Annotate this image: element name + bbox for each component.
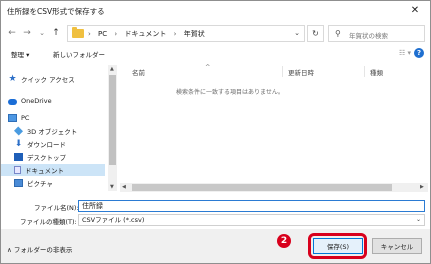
nav-item-quick-access[interactable]: ★ クイック アクセス bbox=[8, 73, 75, 85]
cancel-button[interactable]: キャンセル bbox=[372, 238, 422, 254]
navigation-pane: ★ クイック アクセス OneDrive PC 3D オブジェクト ⬇ ダウンロ… bbox=[1, 65, 118, 192]
column-type[interactable]: 種類 bbox=[370, 67, 383, 77]
filetype-label: ファイルの種類(T): bbox=[20, 218, 77, 226]
nav-item-onedrive[interactable]: OneDrive bbox=[8, 95, 52, 107]
pc-icon bbox=[8, 114, 17, 122]
forward-arrow-icon[interactable]: → bbox=[21, 26, 33, 40]
address-dropdown-icon[interactable]: ⌄ bbox=[294, 29, 300, 37]
nav-item-label: ダウンロード bbox=[27, 141, 66, 149]
nav-item-label: クイック アクセス bbox=[21, 76, 75, 84]
nav-item-label: ドキュメント bbox=[25, 167, 64, 175]
view-options-icon[interactable]: ☷ ▾ bbox=[399, 49, 411, 57]
file-list[interactable]: 名前 ^ 更新日時 種類 検索条件に一致する項目はありません。 bbox=[120, 63, 428, 183]
download-icon: ⬇ bbox=[14, 139, 23, 149]
nav-item-label: 3D オブジェクト bbox=[27, 128, 78, 136]
column-divider[interactable] bbox=[282, 66, 283, 77]
cloud-icon bbox=[8, 98, 17, 105]
nav-item-label: デスクトップ bbox=[27, 154, 66, 162]
cube-icon bbox=[13, 126, 24, 136]
hide-folders-button[interactable]: ∧ フォルダーの非表示 bbox=[7, 244, 72, 254]
back-arrow-icon[interactable]: ← bbox=[6, 26, 18, 40]
nav-item-pc[interactable]: PC bbox=[8, 112, 29, 124]
breadcrumb-documents[interactable]: ドキュメント bbox=[124, 30, 166, 38]
column-divider[interactable] bbox=[364, 66, 365, 77]
nav-item-label: PC bbox=[21, 114, 30, 122]
window-title: 住所録をCSV形式で保存する bbox=[7, 7, 105, 16]
nav-item-desktop[interactable]: デスクトップ bbox=[14, 151, 66, 163]
horizontal-scrollbar-thumb[interactable] bbox=[132, 184, 392, 191]
desktop-icon bbox=[14, 153, 23, 161]
scroll-down-icon[interactable]: ▼ bbox=[110, 184, 114, 190]
nav-item-label: OneDrive bbox=[21, 97, 52, 105]
toolbar: 整理 ▾ 新しいフォルダー ☷ ▾ ? bbox=[1, 45, 430, 63]
search-input[interactable]: ⚲ 年賀状の検索 bbox=[328, 25, 425, 42]
nav-item-label: ピクチャ bbox=[27, 180, 53, 188]
filename-input[interactable]: 住所録 bbox=[78, 200, 425, 212]
filename-label: ファイル名(N): bbox=[34, 204, 79, 212]
search-placeholder: 年賀状の検索 bbox=[349, 32, 388, 40]
step-badge: 2 bbox=[277, 234, 291, 248]
refresh-icon[interactable]: ↻ bbox=[307, 25, 324, 42]
picture-icon bbox=[14, 179, 23, 187]
search-icon: ⚲ bbox=[335, 29, 341, 38]
new-folder-button[interactable]: 新しいフォルダー bbox=[53, 49, 105, 59]
save-dialog: 住所録をCSV形式で保存する ✕ ← → ⌄ ↑ › PC › ドキュメント ›… bbox=[0, 0, 431, 264]
breadcrumb-nengajo[interactable]: 年賀状 bbox=[184, 30, 205, 38]
nav-item-downloads[interactable]: ⬇ ダウンロード bbox=[14, 138, 66, 150]
folder-icon bbox=[72, 27, 84, 38]
column-modified[interactable]: 更新日時 bbox=[288, 67, 314, 77]
title-bar: 住所録をCSV形式で保存する ✕ bbox=[1, 1, 430, 21]
nav-item-documents[interactable]: ドキュメント bbox=[1, 164, 105, 176]
organize-button[interactable]: 整理 ▾ bbox=[11, 49, 29, 59]
star-icon: ★ bbox=[8, 74, 17, 84]
scroll-right-icon[interactable]: ▶ bbox=[420, 184, 424, 190]
nav-item-3d-objects[interactable]: 3D オブジェクト bbox=[13, 125, 78, 137]
breadcrumb-pc[interactable]: PC bbox=[98, 30, 107, 38]
empty-message: 検索条件に一致する項目はありません。 bbox=[176, 89, 284, 96]
filetype-value: CSVファイル (*.csv) bbox=[82, 216, 145, 224]
close-icon[interactable]: ✕ bbox=[404, 2, 426, 19]
horizontal-scrollbar[interactable]: ◀ ▶ bbox=[120, 183, 428, 192]
up-arrow-icon[interactable]: ↑ bbox=[50, 26, 62, 40]
breadcrumb: › PC › ドキュメント › 年賀状 bbox=[88, 30, 205, 38]
scroll-left-icon[interactable]: ◀ bbox=[122, 184, 126, 190]
address-row: ← → ⌄ ↑ › PC › ドキュメント › 年賀状 ⌄ ↻ ⚲ 年賀状の検索 bbox=[1, 23, 430, 43]
scroll-up-icon[interactable]: ▲ bbox=[110, 66, 114, 72]
save-button[interactable]: 保存(S) bbox=[313, 238, 363, 254]
chevron-down-icon: ⌄ bbox=[415, 216, 421, 223]
nav-scrollbar-thumb[interactable] bbox=[109, 75, 116, 165]
sort-indicator-icon: ^ bbox=[205, 63, 211, 71]
document-icon bbox=[14, 166, 21, 174]
address-bar[interactable]: › PC › ドキュメント › 年賀状 ⌄ bbox=[67, 25, 305, 42]
nav-item-pictures[interactable]: ピクチャ bbox=[14, 177, 53, 189]
filetype-select[interactable]: CSVファイル (*.csv) ⌄ bbox=[78, 214, 425, 226]
help-icon[interactable]: ? bbox=[414, 48, 424, 58]
recent-locations-icon[interactable]: ⌄ bbox=[36, 26, 48, 40]
column-name[interactable]: 名前 bbox=[132, 67, 145, 77]
